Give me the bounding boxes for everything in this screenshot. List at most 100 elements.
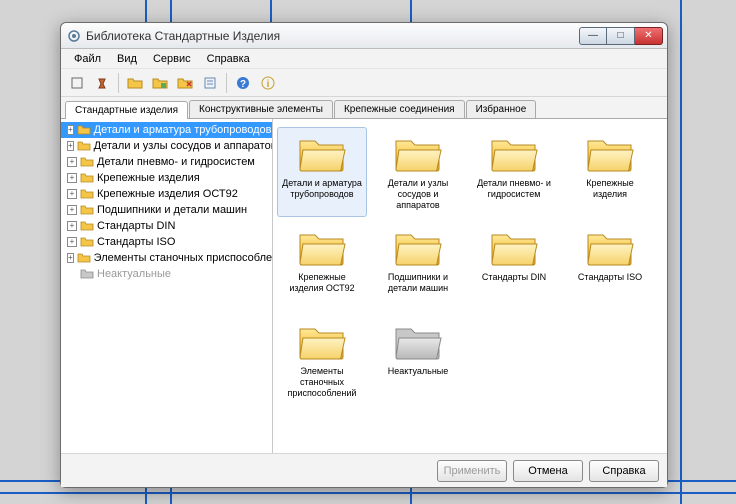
tree-item[interactable]: + Детали и узлы сосудов и аппаратов [61,138,272,154]
folder-icon [584,131,636,176]
folder-icon [80,204,94,216]
folder-item[interactable]: Подшипники и детали машин [373,221,463,311]
tree-item[interactable]: +Подшипники и детали машин [61,202,272,218]
folder-item[interactable]: Детали и арматура трубопроводов [277,127,367,217]
folder-item-label: Стандарты DIN [482,272,546,283]
toolbar-separator [118,73,119,93]
expand-icon[interactable]: + [67,173,77,183]
expand-icon[interactable]: + [67,141,74,151]
menubar: Файл Вид Сервис Справка [61,49,667,69]
tree-item[interactable]: + Стандарты DIN [61,218,272,234]
folder-icon [80,268,94,280]
tree-item[interactable]: + Элементы станочных приспособлений [61,250,272,266]
folder-item-label: Стандарты ISO [578,272,642,283]
toolbar: ? i [61,69,667,97]
tree-pane[interactable]: + Детали и арматура трубопроводов + Детали … [61,119,273,453]
folder-icon [80,156,94,168]
toolbar-nav-button[interactable] [65,71,89,95]
expand-icon[interactable]: + [67,157,77,167]
maximize-button[interactable]: □ [607,27,635,45]
tree-item-label: Неактуальные [97,268,171,280]
folder-item[interactable]: Крепежные изделия ОСТ92 [277,221,367,311]
folder-icon [77,140,91,152]
folder-item-label: Детали и арматура трубопроводов [281,178,363,200]
folder-icon [80,236,94,248]
folder-icon [80,220,94,232]
footer: Применить Отмена Справка [61,453,667,487]
menu-help[interactable]: Справка [200,51,257,67]
tab-constructive-elements[interactable]: Конструктивные элементы [189,100,333,118]
toolbar-folder3-button[interactable] [173,71,197,95]
toolbar-folder1-button[interactable] [123,71,147,95]
minimize-button[interactable]: — [579,27,607,45]
tree-item-label: Крепежные изделия [97,172,200,184]
folder-item-label: Детали пневмо- и гидросистем [473,178,555,200]
cancel-button[interactable]: Отмена [513,460,583,482]
tree-item-label: Детали и узлы сосудов и аппаратов [94,140,273,152]
folder-item[interactable]: Детали и узлы сосудов и аппаратов [373,127,463,217]
tree-item[interactable]: + Детали пневмо- и гидросистем [61,154,272,170]
folder-icon [392,131,444,176]
tree-item[interactable]: + Стандарты ISO [61,234,272,250]
tree-item[interactable]: Неактуальные [61,266,272,282]
folder-item[interactable]: Стандарты ISO [565,221,655,311]
tree-item-label: Крепежные изделия ОСТ92 [97,188,238,200]
folder-icon [77,124,91,136]
expand-icon[interactable]: + [67,237,77,247]
close-button[interactable]: ✕ [635,27,663,45]
svg-text:i: i [267,79,270,90]
apply-button[interactable]: Применить [437,460,507,482]
tree-item-label: Детали и арматура трубопроводов [94,124,272,136]
folder-icon [296,131,348,176]
expand-icon[interactable]: + [67,253,74,263]
folder-item[interactable]: Элементы станочных приспособлений [277,315,367,405]
folder-item-label: Крепежные изделия ОСТ92 [281,272,363,294]
tab-fastener-connections[interactable]: Крепежные соединения [334,100,465,118]
folder-item-label: Подшипники и детали машин [377,272,459,294]
folder-item[interactable]: Крепежные изделия [565,127,655,217]
folder-icon [296,225,348,270]
toolbar-prop-button[interactable] [198,71,222,95]
folder-item-label: Крепежные изделия [569,178,651,200]
tree-item-label: Детали пневмо- и гидросистем [97,156,255,168]
help-button[interactable]: Справка [589,460,659,482]
tree-item[interactable]: + Крепежные изделия [61,170,272,186]
menu-file[interactable]: Файл [67,51,108,67]
folder-icon [392,319,444,364]
expand-icon[interactable]: + [67,189,77,199]
expand-icon[interactable]: + [67,221,77,231]
titlebar[interactable]: Библиотека Стандартные Изделия — □ ✕ [61,23,667,49]
folder-icon [584,225,636,270]
tree-item-label: Стандарты ISO [97,236,175,248]
folder-item[interactable]: Неактуальные [373,315,463,405]
expand-icon[interactable]: + [67,125,74,135]
main-area: + Детали и арматура трубопроводов + Детали … [61,119,667,453]
app-icon [67,29,81,43]
folder-icon [296,319,348,364]
toolbar-info-button[interactable]: i [256,71,280,95]
tab-standard-products[interactable]: Стандартные изделия [65,101,188,119]
tab-favorites[interactable]: Избранное [466,100,537,118]
folder-item-label: Элементы станочных приспособлений [281,366,363,399]
folder-item-label: Детали и узлы сосудов и аппаратов [377,178,459,211]
library-window: Библиотека Стандартные Изделия — □ ✕ Фай… [60,22,668,488]
toolbar-help-button[interactable]: ? [231,71,255,95]
folder-icon [77,252,91,264]
menu-service[interactable]: Сервис [146,51,198,67]
folder-item-label: Неактуальные [388,366,449,377]
folder-item[interactable]: Стандарты DIN [469,221,559,311]
tree-item-label: Стандарты DIN [97,220,175,232]
expand-icon[interactable]: + [67,205,77,215]
toolbar-pin-button[interactable] [90,71,114,95]
tree-item[interactable]: + Крепежные изделия ОСТ92 [61,186,272,202]
folder-item[interactable]: Детали пневмо- и гидросистем [469,127,559,217]
toolbar-folder2-button[interactable] [148,71,172,95]
menu-view[interactable]: Вид [110,51,144,67]
folder-icon [80,172,94,184]
folder-icon-pane[interactable]: Детали и арматура трубопроводов Детали и… [273,119,667,453]
tree-item[interactable]: + Детали и арматура трубопроводов [61,122,272,138]
svg-text:?: ? [240,79,246,90]
folder-icon [80,188,94,200]
window-title: Библиотека Стандартные Изделия [86,29,579,43]
tree-item-label: Элементы станочных приспособлений [94,252,273,264]
